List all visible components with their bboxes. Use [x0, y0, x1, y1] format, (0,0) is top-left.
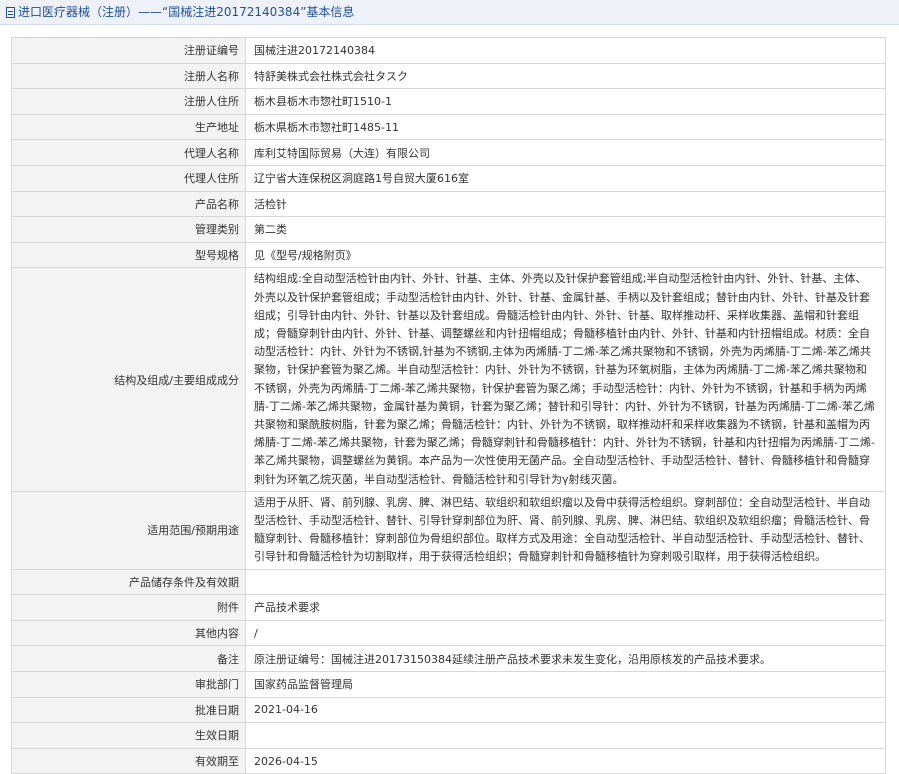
- table-row: 注册人住所 栃木县栃木市惣社町1510-1: [11, 88, 886, 115]
- row-label: 型号规格: [11, 241, 246, 269]
- row-value: [245, 722, 886, 749]
- row-value: 见《型号/规格附页》: [245, 241, 886, 269]
- row-value: 产品技术要求: [245, 594, 886, 621]
- row-value: [245, 568, 886, 596]
- table-row: 附件 产品技术要求: [11, 594, 886, 621]
- row-label: 适用范围/预期用途: [11, 490, 246, 570]
- row-value: 第二类: [245, 216, 886, 243]
- table-row: 有效期至 2026-04-15: [11, 747, 886, 774]
- row-value: 库利艾特国际贸易（大连）有限公司: [245, 139, 886, 166]
- row-value: 国械注进20172140384: [245, 37, 886, 64]
- row-label: 代理人名称: [11, 139, 246, 166]
- page-header: 进口医疗器械（注册）——“国械注进20172140384”基本信息: [0, 0, 899, 25]
- row-label: 生效日期: [11, 722, 246, 749]
- row-value: 结构组成:全自动型活检针由内针、外针、针基、主体、外壳以及针保护套管组成;半自动…: [245, 267, 886, 492]
- device-info-table: 注册证编号 国械注进20172140384 注册人名称 特舒美株式会社株式会社タ…: [11, 37, 886, 774]
- row-label: 有效期至: [11, 747, 246, 774]
- table-row: 生效日期: [11, 722, 886, 749]
- row-value: 特舒美株式会社株式会社タスク: [245, 62, 886, 90]
- row-label: 其他内容: [11, 619, 246, 647]
- table-row: 型号规格 见《型号/规格附页》: [11, 241, 886, 269]
- row-value: 活检针: [245, 190, 886, 218]
- row-value: 辽宁省大连保税区洞庭路1号自贸大厦616室: [245, 164, 886, 192]
- table-row: 其他内容 /: [11, 619, 886, 647]
- row-label: 审批部门: [11, 670, 246, 698]
- row-label: 管理类别: [11, 216, 246, 243]
- row-label: 注册人住所: [11, 88, 246, 115]
- document-icon: [6, 7, 15, 18]
- table-row: 注册人名称 特舒美株式会社株式会社タスク: [11, 62, 886, 90]
- table-row: 管理类别 第二类: [11, 216, 886, 243]
- row-value: 适用于从肝、肾、前列腺、乳房、脾、淋巴结、软组织和软组织瘤以及骨中获得活检组织。…: [245, 490, 886, 570]
- table-row: 产品储存条件及有效期: [11, 568, 886, 596]
- table-row: 结构及组成/主要组成成分 结构组成:全自动型活检针由内针、外针、针基、主体、外壳…: [11, 267, 886, 492]
- row-value: 原注册证编号：国械注进20173150384延续注册产品技术要求未发生变化，沿用…: [245, 645, 886, 672]
- row-label: 结构及组成/主要组成成分: [11, 267, 246, 492]
- table-row: 审批部门 国家药品监督管理局: [11, 670, 886, 698]
- row-label: 附件: [11, 594, 246, 621]
- table-row: 适用范围/预期用途 适用于从肝、肾、前列腺、乳房、脾、淋巴结、软组织和软组织瘤以…: [11, 490, 886, 570]
- row-value: /: [245, 619, 886, 647]
- row-value: 栃木县栃木市惣社町1510-1: [245, 88, 886, 115]
- row-value: 国家药品监督管理局: [245, 670, 886, 698]
- row-label: 产品名称: [11, 190, 246, 218]
- row-value: 2026-04-15: [245, 747, 886, 774]
- table-row: 注册证编号 国械注进20172140384: [11, 37, 886, 64]
- table-row: 备注 原注册证编号：国械注进20173150384延续注册产品技术要求未发生变化…: [11, 645, 886, 672]
- table-row: 生产地址 栃木県栃木市惣社町1485-11: [11, 113, 886, 141]
- table-row: 批准日期 2021-04-16: [11, 696, 886, 724]
- page-title: 进口医疗器械（注册）——“国械注进20172140384”基本信息: [18, 5, 355, 19]
- table-row: 代理人住所 辽宁省大连保税区洞庭路1号自贸大厦616室: [11, 164, 886, 192]
- table-row: 代理人名称 库利艾特国际贸易（大连）有限公司: [11, 139, 886, 166]
- row-label: 备注: [11, 645, 246, 672]
- row-label: 代理人住所: [11, 164, 246, 192]
- info-table-container: 注册证编号 国械注进20172140384 注册人名称 特舒美株式会社株式会社タ…: [0, 25, 899, 774]
- row-label: 产品储存条件及有效期: [11, 568, 246, 596]
- row-value: 2021-04-16: [245, 696, 886, 724]
- row-value: 栃木県栃木市惣社町1485-11: [245, 113, 886, 141]
- table-row: 产品名称 活检针: [11, 190, 886, 218]
- row-label: 注册人名称: [11, 62, 246, 90]
- row-label: 生产地址: [11, 113, 246, 141]
- row-label: 注册证编号: [11, 37, 246, 64]
- row-label: 批准日期: [11, 696, 246, 724]
